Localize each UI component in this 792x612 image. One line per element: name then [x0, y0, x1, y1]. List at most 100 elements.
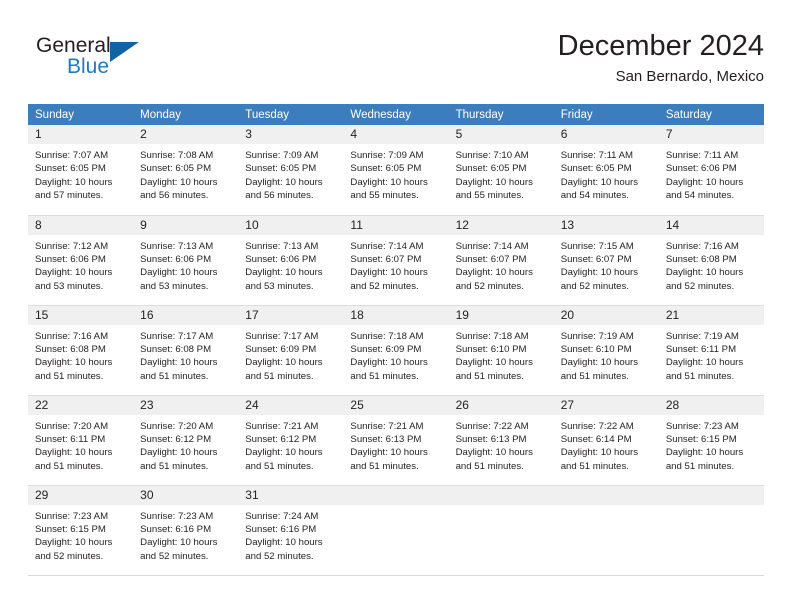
calendar-week-row: 22 Sunrise: 7:20 AM Sunset: 6:11 PM Dayligh…: [28, 395, 764, 486]
day-details: Sunrise: 7:18 AM Sunset: 6:09 PM Daylight:…: [343, 325, 448, 384]
daylight-text-line2: and 51 minutes.: [665, 370, 735, 382]
day-details: Sunrise: 7:17 AM Sunset: 6:08 PM Daylight:…: [133, 325, 238, 384]
calendar-day-cell[interactable]: 21 Sunrise: 7:19 AM Sunset: 6:11 PM Dayligh…: [658, 305, 764, 396]
day-details: Sunrise: 7:11 AM Sunset: 6:05 PM Daylight:…: [554, 144, 659, 203]
sunset-text: Sunset: 6:08 PM: [140, 343, 212, 355]
sunrise-text: Sunrise: 7:20 AM: [35, 420, 109, 432]
daylight-text-line1: Daylight: 10 hours: [455, 176, 533, 188]
calendar-day-cell[interactable]: 10 Sunrise: 7:13 AM Sunset: 6:06 PM Dayligh…: [238, 215, 344, 306]
calendar-grid: Sunday Monday Tuesday Wednesday Thursday…: [28, 104, 764, 576]
day-number: 3: [238, 125, 344, 144]
calendar-day-cell[interactable]: 1 Sunrise: 7:07 AM Sunset: 6:05 PM Daylight…: [28, 125, 134, 216]
calendar-day-cell[interactable]: 28 Sunrise: 7:23 AM Sunset: 6:15 PM Dayligh…: [658, 395, 764, 486]
calendar-day-cell[interactable]: 3 Sunrise: 7:09 AM Sunset: 6:05 PM Daylight…: [238, 125, 344, 216]
day-details: Sunrise: 7:14 AM Sunset: 6:07 PM Daylight:…: [343, 235, 448, 294]
daylight-text-line1: Daylight: 10 hours: [665, 447, 744, 459]
day-number: 14: [658, 215, 764, 235]
daylight-text-line1: Daylight: 10 hours: [35, 447, 113, 459]
calendar-day-cell[interactable]: 24 Sunrise: 7:21 AM Sunset: 6:12 PM Dayligh…: [238, 395, 344, 486]
day-number: 8: [28, 215, 134, 235]
calendar-day-cell[interactable]: 26 Sunrise: 7:22 AM Sunset: 6:13 PM Dayligh…: [448, 395, 554, 486]
sunset-text: Sunset: 6:06 PM: [140, 253, 212, 265]
calendar-day-cell[interactable]: 29 Sunrise: 7:23 AM Sunset: 6:15 PM Dayligh…: [28, 484, 134, 575]
calendar-day-cell[interactable]: 31 Sunrise: 7:24 AM Sunset: 6:16 PM Dayligh…: [238, 484, 344, 575]
weekday-header-saturday: Saturday: [658, 104, 764, 125]
day-details: Sunrise: 7:15 AM Sunset: 6:07 PM Daylight:…: [554, 235, 659, 294]
day-details: Sunrise: 7:20 AM Sunset: 6:11 PM Daylight:…: [28, 415, 133, 474]
day-details: Sunrise: 7:14 AM Sunset: 6:07 PM Daylight:…: [449, 235, 554, 294]
calendar-day-cell[interactable]: 25 Sunrise: 7:21 AM Sunset: 6:13 PM Dayligh…: [343, 395, 449, 486]
daylight-text-line2: and 51 minutes.: [245, 370, 314, 382]
day-details: Sunrise: 7:23 AM Sunset: 6:16 PM Daylight:…: [133, 505, 238, 564]
calendar-day-cell[interactable]: 14 Sunrise: 7:16 AM Sunset: 6:08 PM Dayligh…: [658, 215, 764, 306]
weekday-header-wednesday: Wednesday: [343, 104, 449, 125]
sunset-text: Sunset: 6:06 PM: [35, 253, 106, 265]
daylight-text-line1: Daylight: 10 hours: [560, 447, 639, 459]
sunset-text: Sunset: 6:05 PM: [455, 163, 527, 175]
daylight-text-line1: Daylight: 10 hours: [350, 267, 428, 279]
sunrise-text: Sunrise: 7:09 AM: [245, 150, 319, 161]
calendar-day-cell[interactable]: 6 Sunrise: 7:11 AM Sunset: 6:05 PM Daylight…: [553, 125, 659, 216]
calendar-day-cell[interactable]: 19 Sunrise: 7:18 AM Sunset: 6:10 PM Dayligh…: [448, 305, 554, 396]
sunrise-text: Sunrise: 7:24 AM: [245, 510, 319, 522]
day-number: 25: [343, 395, 449, 415]
sunrise-text: Sunrise: 7:22 AM: [455, 420, 529, 432]
day-details: Sunrise: 7:19 AM Sunset: 6:11 PM Daylight:…: [659, 325, 764, 384]
calendar-day-cell[interactable]: 16 Sunrise: 7:17 AM Sunset: 6:08 PM Dayligh…: [133, 305, 239, 396]
daylight-text-line1: Daylight: 10 hours: [245, 176, 323, 188]
daylight-text-line2: and 53 minutes.: [35, 280, 104, 292]
sunrise-text: Sunrise: 7:23 AM: [665, 420, 739, 432]
daylight-text-line1: Daylight: 10 hours: [35, 176, 113, 188]
calendar-header-row: Sunday Monday Tuesday Wednesday Thursday…: [28, 104, 764, 125]
calendar-day-cell[interactable]: 30 Sunrise: 7:23 AM Sunset: 6:16 PM Dayligh…: [133, 484, 239, 575]
location-subtitle: San Bernardo, Mexico: [615, 68, 764, 85]
daylight-text-line1: Daylight: 10 hours: [455, 357, 533, 369]
calendar-day-cell[interactable]: 7 Sunrise: 7:11 AM Sunset: 6:06 PM Daylight…: [658, 125, 764, 216]
day-details: [659, 505, 764, 510]
calendar-day-cell-empty: [553, 484, 659, 575]
calendar-table: Sunday Monday Tuesday Wednesday Thursday…: [28, 104, 764, 576]
calendar-day-cell[interactable]: 22 Sunrise: 7:20 AM Sunset: 6:11 PM Dayligh…: [28, 395, 134, 486]
calendar-day-cell-empty: [658, 484, 764, 575]
general-blue-logo[interactable]: General Blue: [36, 34, 156, 88]
sunrise-text: Sunrise: 7:14 AM: [455, 240, 529, 252]
day-number: 10: [238, 215, 344, 235]
calendar-day-cell-empty: [343, 484, 449, 575]
calendar-day-cell[interactable]: 12 Sunrise: 7:14 AM Sunset: 6:07 PM Dayligh…: [448, 215, 554, 306]
day-details: Sunrise: 7:23 AM Sunset: 6:15 PM Daylight:…: [28, 505, 133, 564]
calendar-day-cell[interactable]: 11 Sunrise: 7:14 AM Sunset: 6:07 PM Dayligh…: [343, 215, 449, 306]
sunset-text: Sunset: 6:07 PM: [455, 253, 527, 265]
sunset-text: Sunset: 6:08 PM: [665, 253, 737, 265]
calendar-day-cell[interactable]: 9 Sunrise: 7:13 AM Sunset: 6:06 PM Daylight…: [133, 215, 239, 306]
day-details: Sunrise: 7:19 AM Sunset: 6:10 PM Daylight:…: [554, 325, 659, 384]
sunset-text: Sunset: 6:10 PM: [560, 343, 632, 355]
calendar-page: General Blue December 2024 San Bernardo,…: [0, 0, 792, 612]
calendar-day-cell[interactable]: 13 Sunrise: 7:15 AM Sunset: 6:07 PM Dayligh…: [553, 215, 659, 306]
logo-triangle-icon: [110, 42, 139, 62]
calendar-day-cell[interactable]: 23 Sunrise: 7:20 AM Sunset: 6:12 PM Dayligh…: [133, 395, 239, 486]
day-number: 21: [658, 305, 764, 325]
calendar-day-cell[interactable]: 8 Sunrise: 7:12 AM Sunset: 6:06 PM Daylight…: [28, 215, 134, 306]
calendar-day-cell[interactable]: 15 Sunrise: 7:16 AM Sunset: 6:08 PM Dayligh…: [28, 305, 134, 396]
calendar-day-cell[interactable]: 18 Sunrise: 7:18 AM Sunset: 6:09 PM Dayligh…: [343, 305, 449, 396]
daylight-text-line2: and 52 minutes.: [665, 280, 735, 292]
sunset-text: Sunset: 6:10 PM: [455, 343, 527, 355]
calendar-day-cell[interactable]: 5 Sunrise: 7:10 AM Sunset: 6:05 PM Daylight…: [448, 125, 554, 216]
day-details: Sunrise: 7:11 AM Sunset: 6:06 PM Daylight:…: [659, 144, 764, 203]
page-title: December 2024: [557, 30, 764, 62]
calendar-day-cell[interactable]: 4 Sunrise: 7:09 AM Sunset: 6:05 PM Daylight…: [343, 125, 449, 216]
day-number: 15: [28, 305, 134, 325]
calendar-day-cell[interactable]: 27 Sunrise: 7:22 AM Sunset: 6:14 PM Dayligh…: [553, 395, 659, 486]
day-details: Sunrise: 7:09 AM Sunset: 6:05 PM Daylight:…: [238, 144, 343, 203]
calendar-day-cell[interactable]: 2 Sunrise: 7:08 AM Sunset: 6:05 PM Daylight…: [133, 125, 239, 216]
sunrise-text: Sunrise: 7:23 AM: [35, 510, 109, 522]
calendar-day-cell[interactable]: 20 Sunrise: 7:19 AM Sunset: 6:10 PM Dayligh…: [553, 305, 659, 396]
daylight-text-line2: and 51 minutes.: [455, 460, 524, 472]
day-details: Sunrise: 7:08 AM Sunset: 6:05 PM Daylight:…: [133, 144, 238, 203]
daylight-text-line2: and 51 minutes.: [35, 460, 104, 472]
daylight-text-line1: Daylight: 10 hours: [455, 267, 533, 279]
daylight-text-line2: and 52 minutes.: [455, 280, 524, 292]
sunrise-text: Sunrise: 7:16 AM: [665, 240, 739, 252]
calendar-day-cell[interactable]: 17 Sunrise: 7:17 AM Sunset: 6:09 PM Dayligh…: [238, 305, 344, 396]
day-number: 7: [658, 125, 764, 144]
